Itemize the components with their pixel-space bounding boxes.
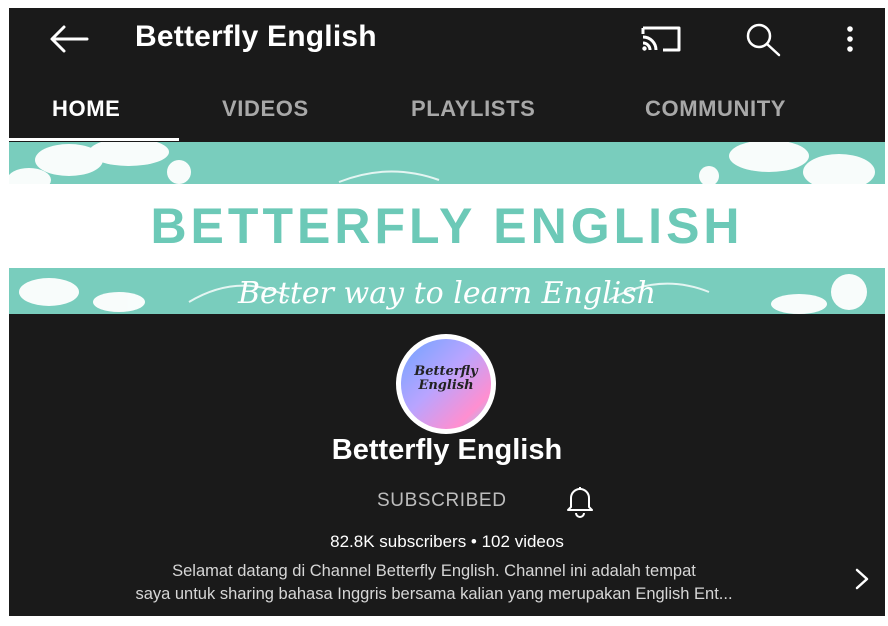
page-title: Betterfly English xyxy=(135,20,377,53)
youtube-channel-screen: Betterfly English HOME VIDEOS PLAYLISTS … xyxy=(9,8,885,616)
search-icon[interactable] xyxy=(741,20,785,58)
description-line-2: saya untuk sharing bahasa Inggris bersam… xyxy=(135,585,733,603)
channel-name: Betterfly English xyxy=(331,434,563,466)
more-vertical-icon[interactable] xyxy=(835,20,865,58)
channel-description[interactable]: Selamat datang di Channel Betterfly Engl… xyxy=(29,560,839,606)
banner-title: BETTERFLY ENGLISH xyxy=(150,198,744,254)
arrow-left-icon[interactable] xyxy=(47,22,91,56)
cast-icon[interactable] xyxy=(637,22,685,56)
channel-banner: BETTERFLY ENGLISH Better way to learn En… xyxy=(9,142,885,314)
avatar-text-line1: Betterfly xyxy=(414,364,478,379)
active-tab-indicator xyxy=(9,138,179,141)
avatar-logo-text: Betterfly English xyxy=(401,365,491,393)
subscribed-button[interactable]: SUBSCRIBED xyxy=(377,490,507,512)
avatar[interactable]: Betterfly English xyxy=(396,334,496,434)
channel-stats: 82.8K subscribers • 102 videos xyxy=(330,532,564,551)
top-app-bar: Betterfly English xyxy=(9,8,885,70)
bell-icon[interactable] xyxy=(562,482,598,518)
banner-tagline: Better way to learn English xyxy=(237,276,656,311)
tab-videos[interactable]: VIDEOS xyxy=(222,96,309,122)
chevron-right-icon[interactable] xyxy=(851,564,873,594)
tab-community[interactable]: COMMUNITY xyxy=(645,96,786,122)
channel-tabs: HOME VIDEOS PLAYLISTS COMMUNITY xyxy=(9,78,885,140)
tab-home[interactable]: HOME xyxy=(52,96,120,122)
description-line-1: Selamat datang di Channel Betterfly Engl… xyxy=(172,562,696,580)
avatar-text-line2: English xyxy=(418,378,474,393)
avatar-image: Betterfly English xyxy=(401,339,491,429)
tab-playlists[interactable]: PLAYLISTS xyxy=(411,96,535,122)
